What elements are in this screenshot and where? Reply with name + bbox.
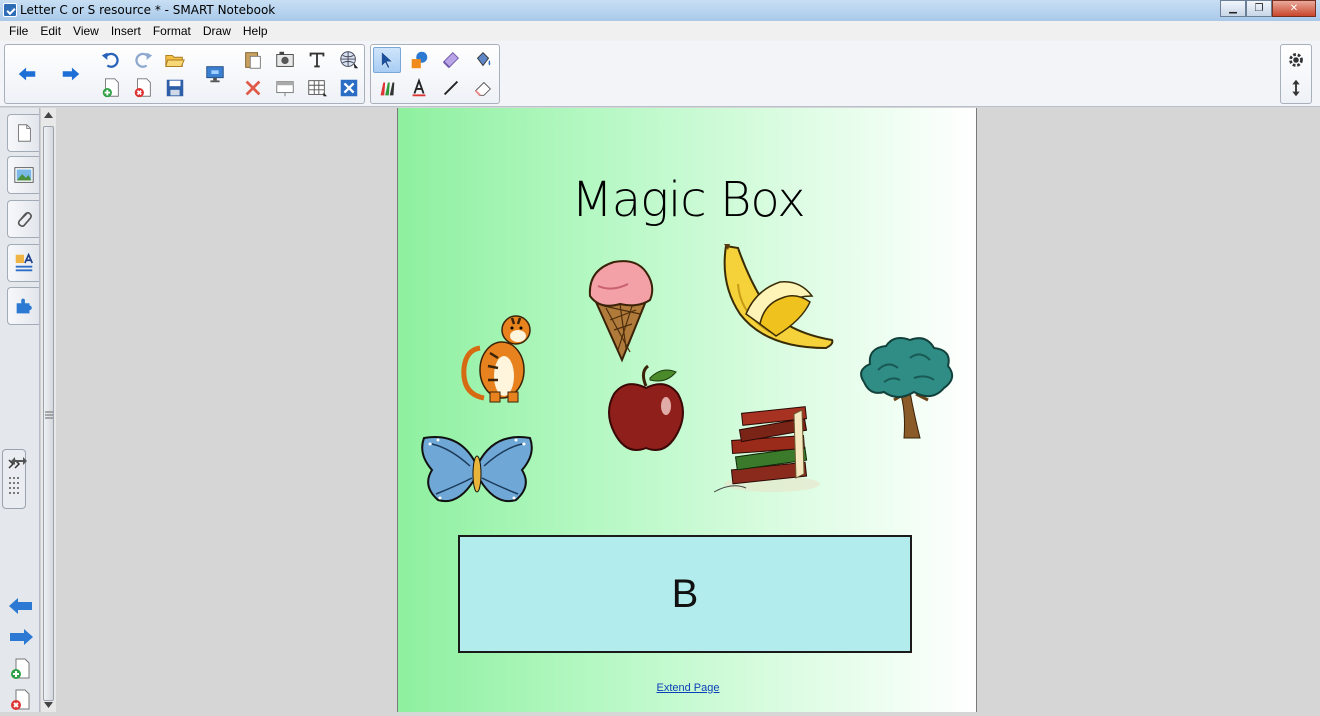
gear-icon[interactable] (1282, 47, 1310, 73)
menu-help[interactable]: Help (237, 24, 274, 38)
tree-picture[interactable] (854, 330, 958, 440)
delete-page-icon[interactable] (129, 75, 157, 101)
side-tabs-panel (0, 108, 40, 712)
toolbar-settings-group (1280, 44, 1312, 104)
open-file-icon[interactable] (161, 47, 189, 73)
window-title: Letter C or S resource * - SMART Noteboo… (20, 3, 276, 17)
previous-page-icon[interactable] (8, 596, 34, 616)
properties-tab[interactable] (7, 244, 39, 282)
answer-box[interactable]: B (458, 535, 912, 653)
title-bar: Letter C or S resource * - SMART Noteboo… (0, 0, 1320, 21)
resize-horizontal-icon[interactable] (10, 452, 28, 465)
toolbar (0, 41, 1320, 107)
move-toolbar-icon[interactable] (1282, 75, 1310, 101)
properties-icon (15, 252, 33, 272)
text-tool-icon[interactable] (405, 75, 433, 101)
restore-button[interactable]: ❐ (1246, 0, 1272, 17)
smart-notebook-icon (3, 3, 17, 17)
close-button[interactable]: ✕ (1272, 0, 1316, 17)
toolbar-main-group (4, 44, 365, 104)
select-icon[interactable] (373, 47, 401, 73)
apple-picture[interactable] (606, 364, 688, 456)
menu-insert[interactable]: Insert (105, 24, 147, 38)
delete-icon[interactable] (239, 75, 267, 101)
toolbar-tools-group (370, 44, 500, 104)
eraser-icon[interactable] (469, 75, 497, 101)
screen-capture-icon[interactable] (271, 47, 299, 73)
add-blank-page-icon[interactable] (8, 657, 32, 681)
scroll-up-icon[interactable] (44, 112, 53, 118)
paperclip-icon (17, 211, 32, 227)
scroll-down-icon[interactable] (44, 702, 53, 708)
vertical-scrollbar[interactable] (40, 108, 56, 712)
gallery-icon (13, 167, 34, 183)
menu-format[interactable]: Format (147, 24, 197, 38)
add-page-icon[interactable] (97, 75, 125, 101)
clear-ink-icon[interactable] (335, 75, 363, 101)
save-icon[interactable] (161, 75, 189, 101)
gallery-tab[interactable] (7, 156, 39, 194)
paste-icon[interactable] (239, 47, 267, 73)
tiger-picture[interactable] (454, 308, 544, 404)
forward-arrow-icon[interactable] (57, 61, 85, 87)
notebook-page[interactable]: Magic Box B Extend Page (397, 108, 977, 712)
minimize-button[interactable]: ▁ (1220, 0, 1246, 17)
answer-letter[interactable]: B (672, 572, 699, 617)
screen-shade-icon[interactable] (201, 61, 229, 87)
delete-current-page-icon[interactable] (8, 688, 32, 712)
extend-page-link-text[interactable]: Extend Page (657, 682, 720, 694)
window-controls: ▁ ❐ ✕ (1220, 0, 1316, 18)
attachments-tab[interactable] (7, 200, 39, 238)
menu-file[interactable]: File (3, 24, 34, 38)
addons-tab[interactable] (7, 287, 39, 325)
page-sorter-icon (17, 124, 31, 142)
line-icon[interactable] (437, 75, 465, 101)
workspace: Magic Box B Extend Page (57, 108, 1320, 712)
menu-edit[interactable]: Edit (34, 24, 67, 38)
scroll-thumb[interactable] (43, 126, 54, 701)
extend-page-link[interactable]: Extend Page (398, 682, 978, 694)
web-browser-icon[interactable] (335, 47, 363, 73)
undo-icon[interactable] (97, 47, 125, 73)
books-picture[interactable] (712, 400, 824, 496)
text-icon[interactable] (303, 47, 331, 73)
redo-icon[interactable] (129, 47, 157, 73)
menu-draw[interactable]: Draw (197, 24, 237, 38)
magic-pen-icon[interactable] (437, 47, 465, 73)
back-arrow-icon[interactable] (13, 61, 41, 87)
ice-cream-picture[interactable] (584, 256, 656, 364)
next-page-icon[interactable] (8, 627, 34, 647)
screen-shade-toggle-icon[interactable] (271, 75, 299, 101)
menu-bar: File Edit View Insert Format Draw Help (0, 21, 1320, 41)
table-icon[interactable] (303, 75, 331, 101)
banana-picture[interactable] (716, 244, 840, 356)
page-title[interactable]: Magic Box (398, 172, 978, 228)
page-sorter-tab[interactable] (7, 114, 39, 152)
puzzle-piece-icon (16, 298, 32, 314)
fill-icon[interactable] (469, 47, 497, 73)
pens-icon[interactable] (373, 75, 401, 101)
shapes-icon[interactable] (405, 47, 433, 73)
butterfly-picture[interactable] (420, 434, 534, 508)
menu-view[interactable]: View (67, 24, 105, 38)
